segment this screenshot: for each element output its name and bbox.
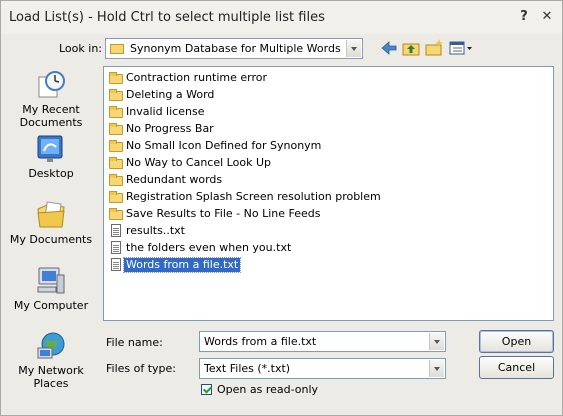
view-menu-icon[interactable] — [448, 38, 474, 58]
file-list[interactable]: Contraction runtime error Deleting a Word… — [103, 66, 554, 321]
read-only-label: Open as read-only — [217, 383, 319, 396]
up-folder-icon[interactable] — [401, 38, 421, 58]
place-network-places[interactable]: My Network Places — [5, 330, 97, 390]
place-label: My Network Places — [18, 364, 84, 390]
folder-icon — [108, 207, 124, 221]
close-button[interactable]: ✕ — [539, 9, 555, 25]
list-item-label: Deleting a Word — [126, 88, 215, 101]
list-item-label: Registration Splash Screen resolution pr… — [126, 190, 381, 203]
list-item-label: Contraction runtime error — [126, 71, 268, 84]
read-only-checkbox[interactable] — [201, 384, 212, 395]
file-name-label: File name: — [106, 336, 163, 349]
chevron-down-icon[interactable] — [429, 333, 444, 350]
my-documents-icon — [35, 199, 67, 231]
list-item-label: No Progress Bar — [126, 122, 214, 135]
place-label: My Documents — [9, 233, 93, 246]
cancel-button[interactable]: Cancel — [479, 356, 554, 379]
list-item-label: Words from a file.txt — [122, 257, 242, 273]
folder-icon — [108, 156, 124, 170]
dialog-title: Load List(s) - Hold Ctrl to select multi… — [9, 10, 325, 25]
recent-documents-icon — [35, 69, 67, 101]
place-my-computer[interactable]: My Computer — [5, 265, 97, 312]
place-label: Desktop — [28, 167, 74, 180]
open-button[interactable]: Open — [479, 330, 554, 353]
list-item-label: Redundant words — [126, 173, 223, 186]
list-item-label: the folders even when you.txt — [126, 241, 292, 254]
folder-icon — [110, 44, 124, 54]
look-in-value: Synonym Database for Multiple Words — [130, 42, 341, 55]
new-folder-icon[interactable] — [424, 38, 444, 58]
place-recent-documents[interactable]: My Recent Documents — [5, 69, 97, 129]
list-item-label: No Small Icon Defined for Synonym — [126, 139, 322, 152]
back-icon[interactable] — [379, 38, 399, 58]
file-type-label: Files of type: — [106, 362, 177, 375]
file-name-value: Words from a file.txt — [204, 335, 317, 348]
title-bar: Load List(s) - Hold Ctrl to select multi… — [1, 1, 562, 34]
folder-icon — [108, 139, 124, 153]
look-in-label: Look in: — [59, 42, 102, 55]
desktop-icon — [35, 133, 67, 165]
list-item-label: Invalid license — [126, 105, 205, 118]
place-label: My Computer — [13, 299, 89, 312]
chevron-down-icon[interactable] — [346, 40, 361, 57]
chevron-down-icon[interactable] — [429, 360, 444, 377]
text-file-icon — [108, 258, 124, 272]
folder-icon — [108, 71, 124, 85]
places-bar: My Recent Documents Desktop My Documents… — [5, 65, 97, 410]
file-name-field[interactable]: Words from a file.txt — [199, 331, 446, 352]
network-places-icon — [35, 330, 67, 362]
place-label: My Recent Documents — [19, 103, 83, 129]
load-list-dialog: Load List(s) - Hold Ctrl to select multi… — [0, 0, 563, 416]
place-my-documents[interactable]: My Documents — [5, 199, 97, 246]
list-item-label: Save Results to File - No Line Feeds — [126, 207, 321, 220]
folder-icon — [108, 122, 124, 136]
text-file-icon — [108, 241, 124, 255]
list-item-label: results..txt — [126, 224, 185, 237]
folder-icon — [108, 88, 124, 102]
folder-icon — [108, 105, 124, 119]
my-computer-icon — [35, 265, 67, 297]
text-file-icon — [108, 224, 124, 238]
list-item-label: No Way to Cancel Look Up — [126, 156, 271, 169]
place-desktop[interactable]: Desktop — [5, 133, 97, 180]
file-type-value: Text Files (*.txt) — [204, 362, 291, 375]
help-button[interactable]: ? — [516, 9, 532, 25]
look-in-combo[interactable]: Synonym Database for Multiple Words — [105, 38, 363, 59]
file-type-select[interactable]: Text Files (*.txt) — [199, 358, 446, 379]
folder-icon — [108, 190, 124, 204]
folder-icon — [108, 173, 124, 187]
